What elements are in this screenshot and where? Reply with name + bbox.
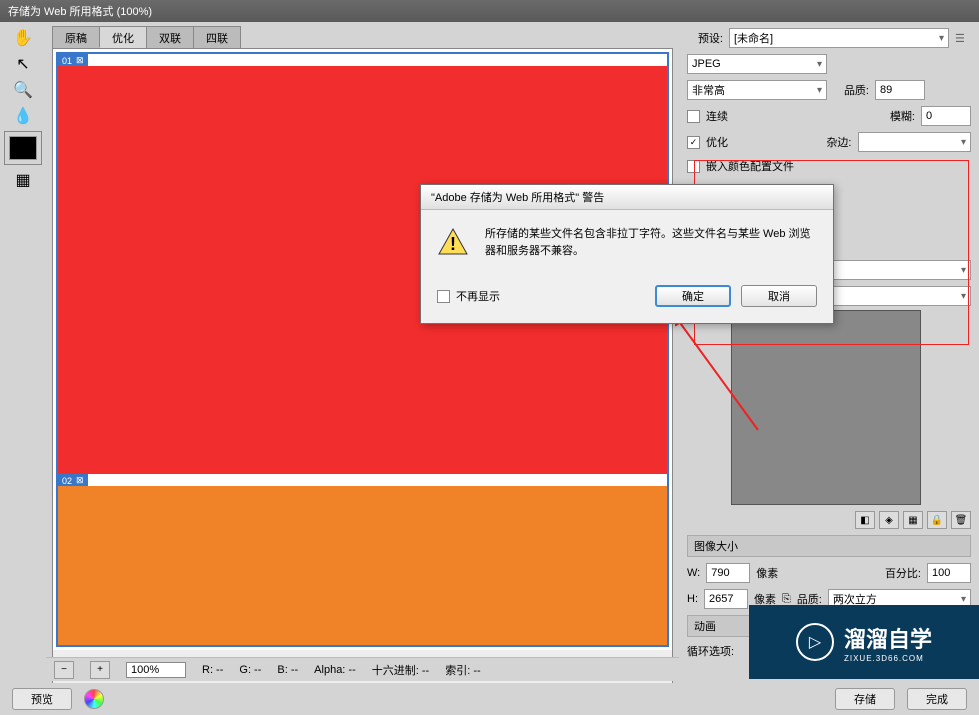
dialog-title: "Adobe 存储为 Web 所用格式" 警告	[421, 185, 833, 210]
dialog-ok-button[interactable]: 确定	[655, 285, 731, 307]
warning-dialog: "Adobe 存储为 Web 所用格式" 警告 ! 所存储的某些文件名包含非拉丁…	[420, 184, 834, 324]
dialog-message: 所存储的某些文件名包含非拉丁字符。这些文件名与某些 Web 浏览器和服务器不兼容…	[485, 226, 817, 259]
dialog-overlay: "Adobe 存储为 Web 所用格式" 警告 ! 所存储的某些文件名包含非拉丁…	[0, 0, 979, 715]
warning-icon: !	[437, 226, 469, 258]
dont-show-checkbox[interactable]	[437, 290, 450, 303]
dont-show-label: 不再显示	[456, 288, 500, 304]
svg-text:!: !	[450, 234, 456, 254]
dialog-cancel-button[interactable]: 取消	[741, 285, 817, 307]
